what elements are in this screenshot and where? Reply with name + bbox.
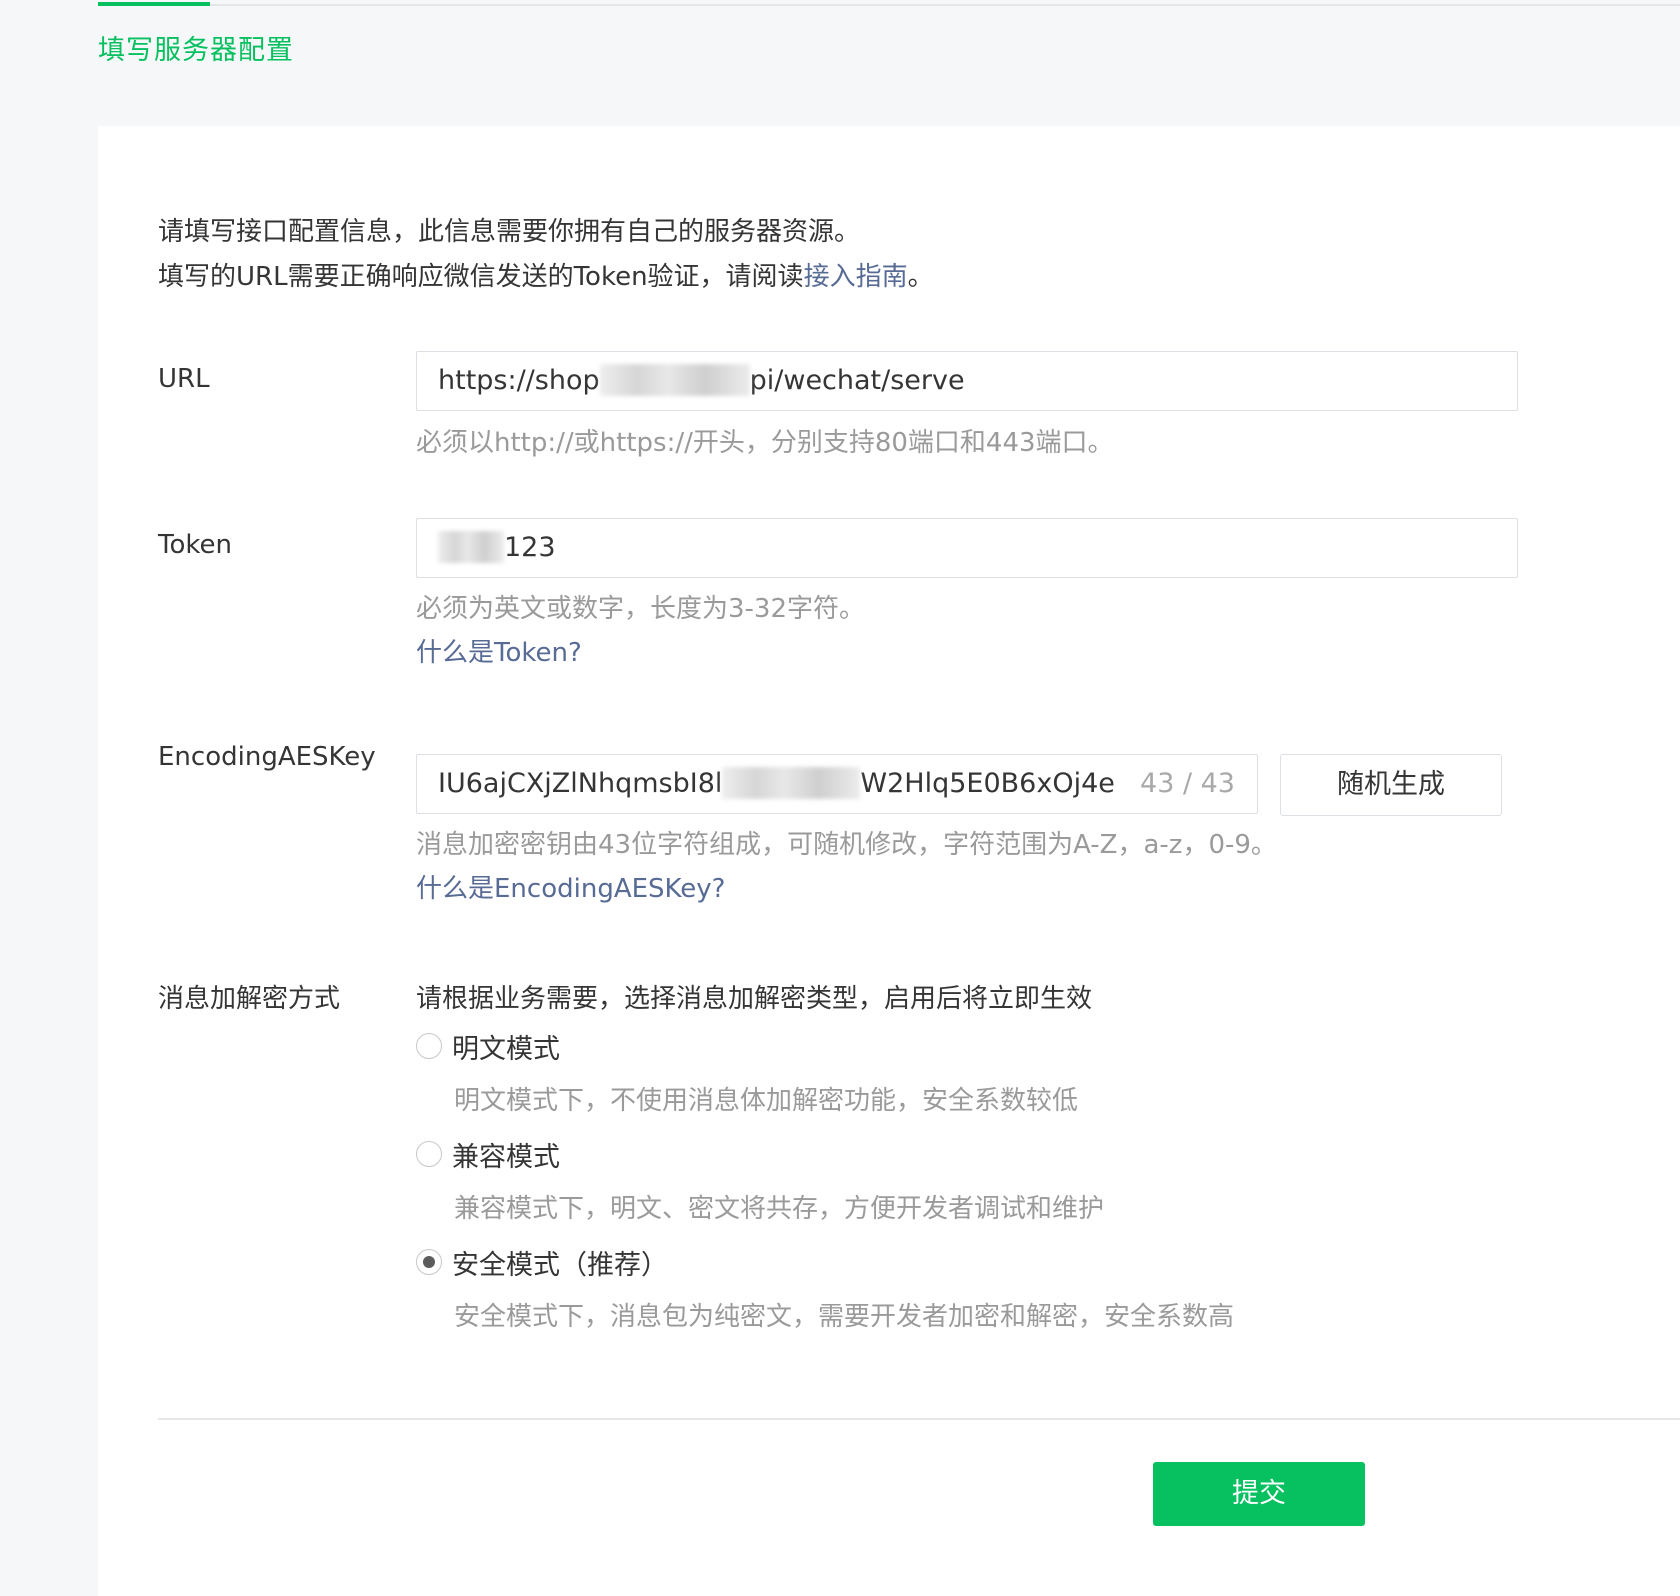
encryption-mode-description: 请根据业务需要，选择消息加解密类型，启用后将立即生效 — [416, 984, 1093, 1014]
aes-key-char-counter: 43 / 43 — [1140, 768, 1235, 799]
token-hint: 必须为英文或数字，长度为3-32字符。 — [416, 594, 866, 624]
intro-line-1: 请填写接口配置信息，此信息需要你拥有自己的服务器资源。 — [158, 217, 861, 247]
radio-compatible-circle[interactable] — [416, 1141, 442, 1167]
intro-line-2-text: 填写的URL需要正确响应微信发送的Token验证，请阅读 — [158, 262, 804, 292]
radio-plaintext-mode[interactable]: 明文模式 — [416, 1026, 560, 1066]
token-input[interactable]: 123 — [416, 518, 1518, 578]
token-value-suffix: 123 — [504, 532, 556, 563]
plaintext-mode-desc: 明文模式下，不使用消息体加解密功能，安全系数较低 — [454, 1086, 1079, 1116]
url-input[interactable]: https://shop pi/wechat/serve — [416, 351, 1518, 411]
radio-secure-mode[interactable]: 安全模式（推荐） — [416, 1242, 668, 1282]
radio-plaintext-circle[interactable] — [416, 1033, 442, 1059]
radio-secure-label: 安全模式（推荐） — [452, 1249, 668, 1281]
aes-key-hint: 消息加密密钥由43位字符组成，可随机修改，字符范围为A-Z，a-z，0-9。 — [416, 830, 1277, 860]
url-label: URL — [158, 364, 210, 394]
radio-compatible-label: 兼容模式 — [452, 1141, 560, 1173]
intro-text: 请填写接口配置信息，此信息需要你拥有自己的服务器资源。 填写的URL需要正确响应… — [158, 210, 934, 300]
compatible-mode-desc: 兼容模式下，明文、密文将共存，方便开发者调试和维护 — [454, 1194, 1105, 1224]
url-hint: 必须以http://或https://开头，分别支持80端口和443端口。 — [416, 428, 1114, 458]
url-value-prefix: https://shop — [438, 365, 600, 396]
tab-active-indicator — [98, 2, 210, 6]
intro-line-2-suffix: 。 — [907, 262, 934, 292]
aes-key-input[interactable]: IU6ajCXjZlNhqmsbI8l W2Hlq5E0B6xOj4e 43 / … — [416, 754, 1258, 814]
aes-key-redacted-region — [722, 766, 861, 799]
aes-key-value-prefix: IU6ajCXjZlNhqmsbI8l — [438, 768, 723, 799]
what-is-aes-key-link[interactable]: 什么是EncodingAESKey? — [416, 868, 725, 905]
tab-server-config[interactable]: 填写服务器配置 — [98, 28, 294, 67]
random-generate-button[interactable]: 随机生成 — [1280, 754, 1502, 816]
url-value-suffix: pi/wechat/serve — [749, 365, 965, 396]
intro-line-2: 填写的URL需要正确响应微信发送的Token验证，请阅读接入指南。 — [158, 255, 934, 300]
token-redacted-region — [438, 530, 504, 563]
tab-bar-divider — [98, 4, 1680, 6]
token-label: Token — [158, 530, 232, 560]
what-is-token-link[interactable]: 什么是Token? — [416, 632, 582, 669]
footer-divider — [158, 1418, 1680, 1420]
encryption-mode-label: 消息加解密方式 — [158, 984, 341, 1014]
aes-key-label: EncodingAESKey — [158, 742, 376, 772]
aes-key-value-suffix: W2Hlq5E0B6xOj4e — [860, 768, 1115, 799]
submit-button[interactable]: 提交 — [1153, 1462, 1365, 1526]
access-guide-link[interactable]: 接入指南 — [804, 262, 908, 292]
radio-plaintext-label: 明文模式 — [452, 1033, 560, 1065]
secure-mode-desc: 安全模式下，消息包为纯密文，需要开发者加密和解密，安全系数高 — [454, 1302, 1235, 1332]
radio-compatible-mode[interactable]: 兼容模式 — [416, 1134, 560, 1174]
tab-bar — [0, 0, 1680, 6]
url-redacted-region — [599, 363, 750, 396]
config-form-card: 请填写接口配置信息，此信息需要你拥有自己的服务器资源。 填写的URL需要正确响应… — [98, 126, 1680, 1596]
radio-secure-circle[interactable] — [416, 1249, 442, 1275]
